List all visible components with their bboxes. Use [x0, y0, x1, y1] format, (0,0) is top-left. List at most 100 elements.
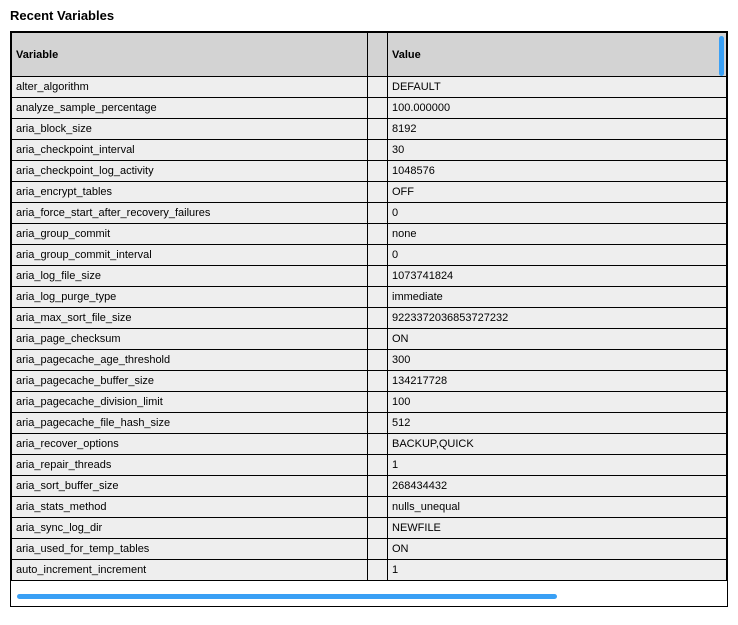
- cell-value: 9223372036853727232: [388, 308, 727, 329]
- table-row[interactable]: aria_log_purge_type immediate: [12, 287, 727, 308]
- cell-variable: aria_force_start_after_recovery_failures: [12, 203, 368, 224]
- table-row[interactable]: aria_pagecache_file_hash_size 512: [12, 413, 727, 434]
- variables-table-container: Variable Value alter_algorithmDEFAULTana…: [10, 31, 728, 607]
- cell-variable: analyze_sample_percentage: [12, 98, 368, 119]
- cell-spacer: [368, 497, 388, 518]
- cell-value: 1: [388, 455, 727, 476]
- horizontal-scrollbar[interactable]: [17, 594, 721, 602]
- cell-value: 300: [388, 350, 727, 371]
- table-row[interactable]: aria_log_file_size 1073741824: [12, 266, 727, 287]
- table-row[interactable]: aria_repair_threads1: [12, 455, 727, 476]
- cell-value: 30: [388, 140, 727, 161]
- cell-value: nulls_unequal: [388, 497, 727, 518]
- table-row[interactable]: aria_sort_buffer_size 268434432: [12, 476, 727, 497]
- col-header-value[interactable]: Value: [388, 33, 727, 77]
- cell-variable: aria_pagecache_file_hash_size: [12, 413, 368, 434]
- cell-spacer: [368, 182, 388, 203]
- cell-variable: aria_pagecache_division_limit: [12, 392, 368, 413]
- cell-variable: aria_stats_method: [12, 497, 368, 518]
- cell-variable: aria_used_for_temp_tables: [12, 539, 368, 560]
- cell-variable: auto_increment_increment: [12, 560, 368, 581]
- cell-value: 512: [388, 413, 727, 434]
- cell-spacer: [368, 518, 388, 539]
- cell-spacer: [368, 539, 388, 560]
- cell-variable: alter_algorithm: [12, 77, 368, 98]
- horizontal-scrollbar-thumb[interactable]: [17, 594, 557, 599]
- cell-value: 1048576: [388, 161, 727, 182]
- table-row[interactable]: aria_checkpoint_log_activity 1048576: [12, 161, 727, 182]
- cell-spacer: [368, 203, 388, 224]
- cell-value: 134217728: [388, 371, 727, 392]
- table-row[interactable]: aria_encrypt_tables OFF: [12, 182, 727, 203]
- cell-spacer: [368, 329, 388, 350]
- cell-value: NEWFILE: [388, 518, 727, 539]
- cell-spacer: [368, 476, 388, 497]
- table-row[interactable]: aria_pagecache_division_limit 100: [12, 392, 727, 413]
- cell-variable: aria_max_sort_file_size: [12, 308, 368, 329]
- table-row[interactable]: aria_sync_log_dir NEWFILE: [12, 518, 727, 539]
- table-row[interactable]: aria_page_checksum ON: [12, 329, 727, 350]
- table-row[interactable]: aria_group_commit_interval 0: [12, 245, 727, 266]
- cell-spacer: [368, 119, 388, 140]
- page-title: Recent Variables: [10, 8, 728, 23]
- cell-value: 100: [388, 392, 727, 413]
- cell-value: 1073741824: [388, 266, 727, 287]
- cell-value: none: [388, 224, 727, 245]
- cell-variable: aria_recover_options: [12, 434, 368, 455]
- cell-variable: aria_pagecache_age_threshold: [12, 350, 368, 371]
- table-row[interactable]: alter_algorithm DEFAULT: [12, 77, 727, 98]
- cell-spacer: [368, 434, 388, 455]
- col-header-variable[interactable]: Variable: [12, 33, 368, 77]
- cell-variable: aria_sort_buffer_size: [12, 476, 368, 497]
- cell-variable: aria_encrypt_tables: [12, 182, 368, 203]
- cell-spacer: [368, 77, 388, 98]
- cell-variable: aria_log_purge_type: [12, 287, 368, 308]
- cell-variable: aria_group_commit_interval: [12, 245, 368, 266]
- table-row[interactable]: auto_increment_increment 1: [12, 560, 727, 581]
- table-row[interactable]: aria_recover_options BACKUP,QUICK: [12, 434, 727, 455]
- cell-spacer: [368, 455, 388, 476]
- cell-value: immediate: [388, 287, 727, 308]
- cell-value: 0: [388, 203, 727, 224]
- cell-value: BACKUP,QUICK: [388, 434, 727, 455]
- cell-spacer: [368, 308, 388, 329]
- cell-variable: aria_log_file_size: [12, 266, 368, 287]
- table-header-row: Variable Value: [12, 33, 727, 77]
- cell-value: DEFAULT: [388, 77, 727, 98]
- cell-value: 100.000000: [388, 98, 727, 119]
- table-row[interactable]: aria_used_for_temp_tables ON: [12, 539, 727, 560]
- cell-spacer: [368, 392, 388, 413]
- cell-variable: aria_checkpoint_log_activity: [12, 161, 368, 182]
- cell-variable: aria_sync_log_dir: [12, 518, 368, 539]
- table-row[interactable]: aria_force_start_after_recovery_failures…: [12, 203, 727, 224]
- cell-value: ON: [388, 329, 727, 350]
- cell-spacer: [368, 245, 388, 266]
- cell-spacer: [368, 266, 388, 287]
- table-row[interactable]: analyze_sample_percentage 100.000000: [12, 98, 727, 119]
- cell-variable: aria_group_commit: [12, 224, 368, 245]
- cell-spacer: [368, 287, 388, 308]
- table-row[interactable]: aria_block_size8192: [12, 119, 727, 140]
- cell-spacer: [368, 560, 388, 581]
- table-row[interactable]: aria_pagecache_buffer_size134217728: [12, 371, 727, 392]
- table-row[interactable]: aria_stats_method nulls_unequal: [12, 497, 727, 518]
- cell-spacer: [368, 140, 388, 161]
- cell-value: OFF: [388, 182, 727, 203]
- table-scroll-region[interactable]: Variable Value alter_algorithmDEFAULTana…: [11, 32, 727, 606]
- cell-value: ON: [388, 539, 727, 560]
- table-row[interactable]: aria_max_sort_file_size 92233720368537272…: [12, 308, 727, 329]
- cell-value: 0: [388, 245, 727, 266]
- cell-variable: aria_page_checksum: [12, 329, 368, 350]
- table-row[interactable]: aria_pagecache_age_threshold 300: [12, 350, 727, 371]
- cell-variable: aria_block_size: [12, 119, 368, 140]
- cell-spacer: [368, 161, 388, 182]
- cell-spacer: [368, 371, 388, 392]
- table-row[interactable]: aria_checkpoint_interval30: [12, 140, 727, 161]
- cell-spacer: [368, 98, 388, 119]
- cell-value: 268434432: [388, 476, 727, 497]
- cell-spacer: [368, 224, 388, 245]
- table-row[interactable]: aria_group_commit none: [12, 224, 727, 245]
- variables-table: Variable Value alter_algorithmDEFAULTana…: [11, 32, 727, 581]
- cell-value: 1: [388, 560, 727, 581]
- cell-spacer: [368, 413, 388, 434]
